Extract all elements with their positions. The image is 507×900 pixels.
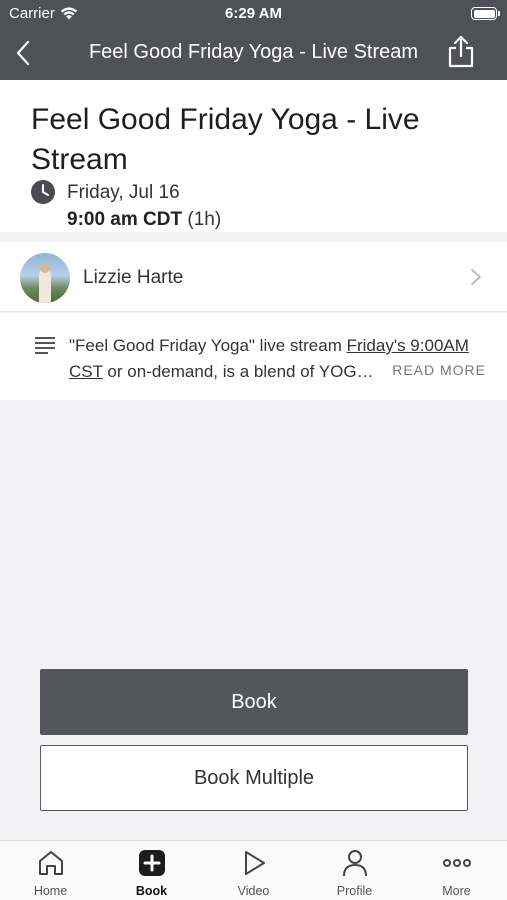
battery-icon [471, 7, 500, 20]
description-part2: or on-demand, is a blend of YOG… [102, 362, 374, 381]
avatar [20, 253, 70, 303]
description-part1: "Feel Good Friday Yoga" live stream [69, 336, 347, 355]
book-multiple-button[interactable]: Book Multiple [40, 745, 468, 811]
description-icon [35, 337, 55, 354]
play-icon [245, 851, 265, 875]
person-icon [343, 850, 367, 877]
tab-profile-label: Profile [336, 884, 373, 898]
clock-icon [31, 180, 55, 204]
home-icon [39, 851, 63, 875]
more-dots-icon [443, 859, 471, 867]
share-icon[interactable] [445, 34, 477, 70]
instructor-name: Lizzie Harte [83, 267, 184, 288]
navigation-bar: Feel Good Friday Yoga - Live Stream [0, 30, 507, 78]
tab-video-label: Video [237, 884, 270, 898]
book-button[interactable]: Book [40, 669, 468, 735]
tab-video[interactable]: Video [203, 841, 304, 900]
event-time-row: 9:00 am CDT (1h) [67, 209, 221, 231]
chevron-left-icon[interactable] [10, 37, 40, 69]
event-time: 9:00 am CDT [67, 209, 183, 230]
instructor-row[interactable]: Lizzie Harte [0, 242, 507, 312]
status-bar: Carrier 6:29 AM [0, 0, 507, 28]
read-more-link[interactable]: READ MORE [392, 362, 486, 378]
event-header: Feel Good Friday Yoga - Live Stream Frid… [0, 80, 507, 232]
top-bar: Carrier 6:29 AM Feel Good Friday Yoga - … [0, 0, 507, 80]
tab-profile[interactable]: Profile [304, 841, 405, 900]
tab-more[interactable]: More [406, 841, 507, 900]
event-title: Feel Good Friday Yoga - Live Stream [31, 103, 420, 176]
tab-book-label: Book [135, 884, 168, 898]
nav-title: Feel Good Friday Yoga - Live Stream [88, 41, 419, 63]
event-date: Friday, Jul 16 [67, 182, 180, 203]
chevron-right-icon [471, 269, 481, 285]
tab-home[interactable]: Home [0, 841, 101, 900]
tab-more-label: More [442, 884, 471, 898]
description-section: "Feel Good Friday Yoga" live stream Frid… [0, 313, 507, 400]
event-duration: (1h) [187, 209, 222, 230]
tab-book[interactable]: Book [101, 841, 202, 900]
tab-home-label: Home [33, 884, 68, 898]
status-time: 6:29 AM [225, 5, 282, 22]
tab-bar: Home Book Video Profile More [0, 840, 507, 900]
plus-square-icon [139, 850, 165, 876]
